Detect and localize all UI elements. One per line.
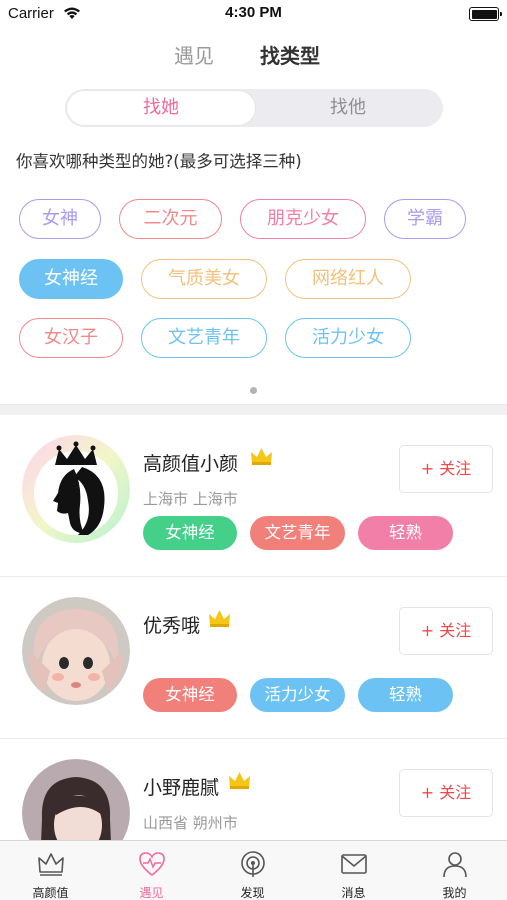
top-tabs: 遇见 找类型 [0,38,507,70]
tab-find-type[interactable]: 找类型 [260,40,320,69]
gender-segment: 找她 找他 [65,89,443,127]
type-tag[interactable]: 学霸 [384,199,466,239]
tab-label: 发现 [240,886,265,900]
user-location: 上海市 上海市 [143,490,238,508]
tab-messages[interactable]: 消息 [303,841,404,900]
crown-icon [251,448,272,465]
tab-label: 高颜值 [32,886,69,900]
segment-find-him[interactable]: 找他 [255,91,441,125]
user-tag: 女神经 [143,678,237,712]
radar-icon [241,851,265,877]
tab-encounter-bottom[interactable]: 遇见 [101,841,202,900]
user-tag: 女神经 [143,516,237,550]
type-tag[interactable]: 气质美女 [141,259,267,299]
user-card[interactable]: 高颜值小颜 上海市 上海市 + 关注 女神经 文艺青年 轻熟 [0,415,507,577]
type-question: 你喜欢哪种类型的她?(最多可选择三种) [16,152,302,171]
crown-icon [38,853,64,876]
type-tag[interactable]: 女神经 [19,259,123,299]
follow-button[interactable]: + 关注 [399,445,493,493]
crown-icon [229,772,250,789]
follow-button[interactable]: + 关注 [399,769,493,817]
tab-high-looks[interactable]: 高颜值 [0,841,101,900]
user-tag: 轻熟 [358,678,453,712]
tab-label: 遇见 [139,886,164,900]
tab-label: 我的 [442,886,467,900]
tab-discover[interactable]: 发现 [202,841,303,900]
user-icon [443,852,467,878]
type-tag[interactable]: 二次元 [119,199,222,239]
status-bar: Carrier 4:30 PM [0,0,507,28]
tab-encounter[interactable]: 遇见 [174,40,214,69]
heart-icon [139,852,165,877]
type-tag[interactable]: 活力少女 [285,318,411,358]
user-name: 优秀哦 [143,615,201,637]
user-location: 山西省 朔州市 [143,814,238,832]
mail-icon [341,854,367,874]
battery-icon [469,7,502,21]
status-time: 4:30 PM [225,4,282,21]
page-indicator-dot[interactable] [250,387,257,394]
type-tag[interactable]: 女神 [19,199,101,239]
user-tag: 文艺青年 [250,516,345,550]
type-tag[interactable]: 女汉子 [19,318,123,358]
type-tag[interactable]: 文艺青年 [141,318,267,358]
user-tag: 轻熟 [358,516,453,550]
avatar[interactable] [22,435,130,543]
avatar[interactable] [22,597,130,705]
segment-find-her[interactable]: 找她 [67,91,255,125]
tab-mine[interactable]: 我的 [404,841,505,900]
bottom-tab-bar: 高颜值 遇见 发现 消息 我的 [0,840,507,900]
user-name: 高颜值小颜 [143,453,239,475]
avatar-baby-image [22,597,130,705]
user-card[interactable]: 优秀哦 + 关注 女神经 活力少女 轻熟 [0,577,507,739]
user-name: 小野鹿腻 [143,777,220,799]
section-divider [0,404,507,415]
avatar-queen-image [22,435,130,543]
crown-icon [209,610,230,627]
tab-label: 消息 [341,886,366,900]
user-tag: 活力少女 [250,678,345,712]
type-tag[interactable]: 朋克少女 [240,199,366,239]
type-tag[interactable]: 网络红人 [285,259,411,299]
follow-button[interactable]: + 关注 [399,607,493,655]
